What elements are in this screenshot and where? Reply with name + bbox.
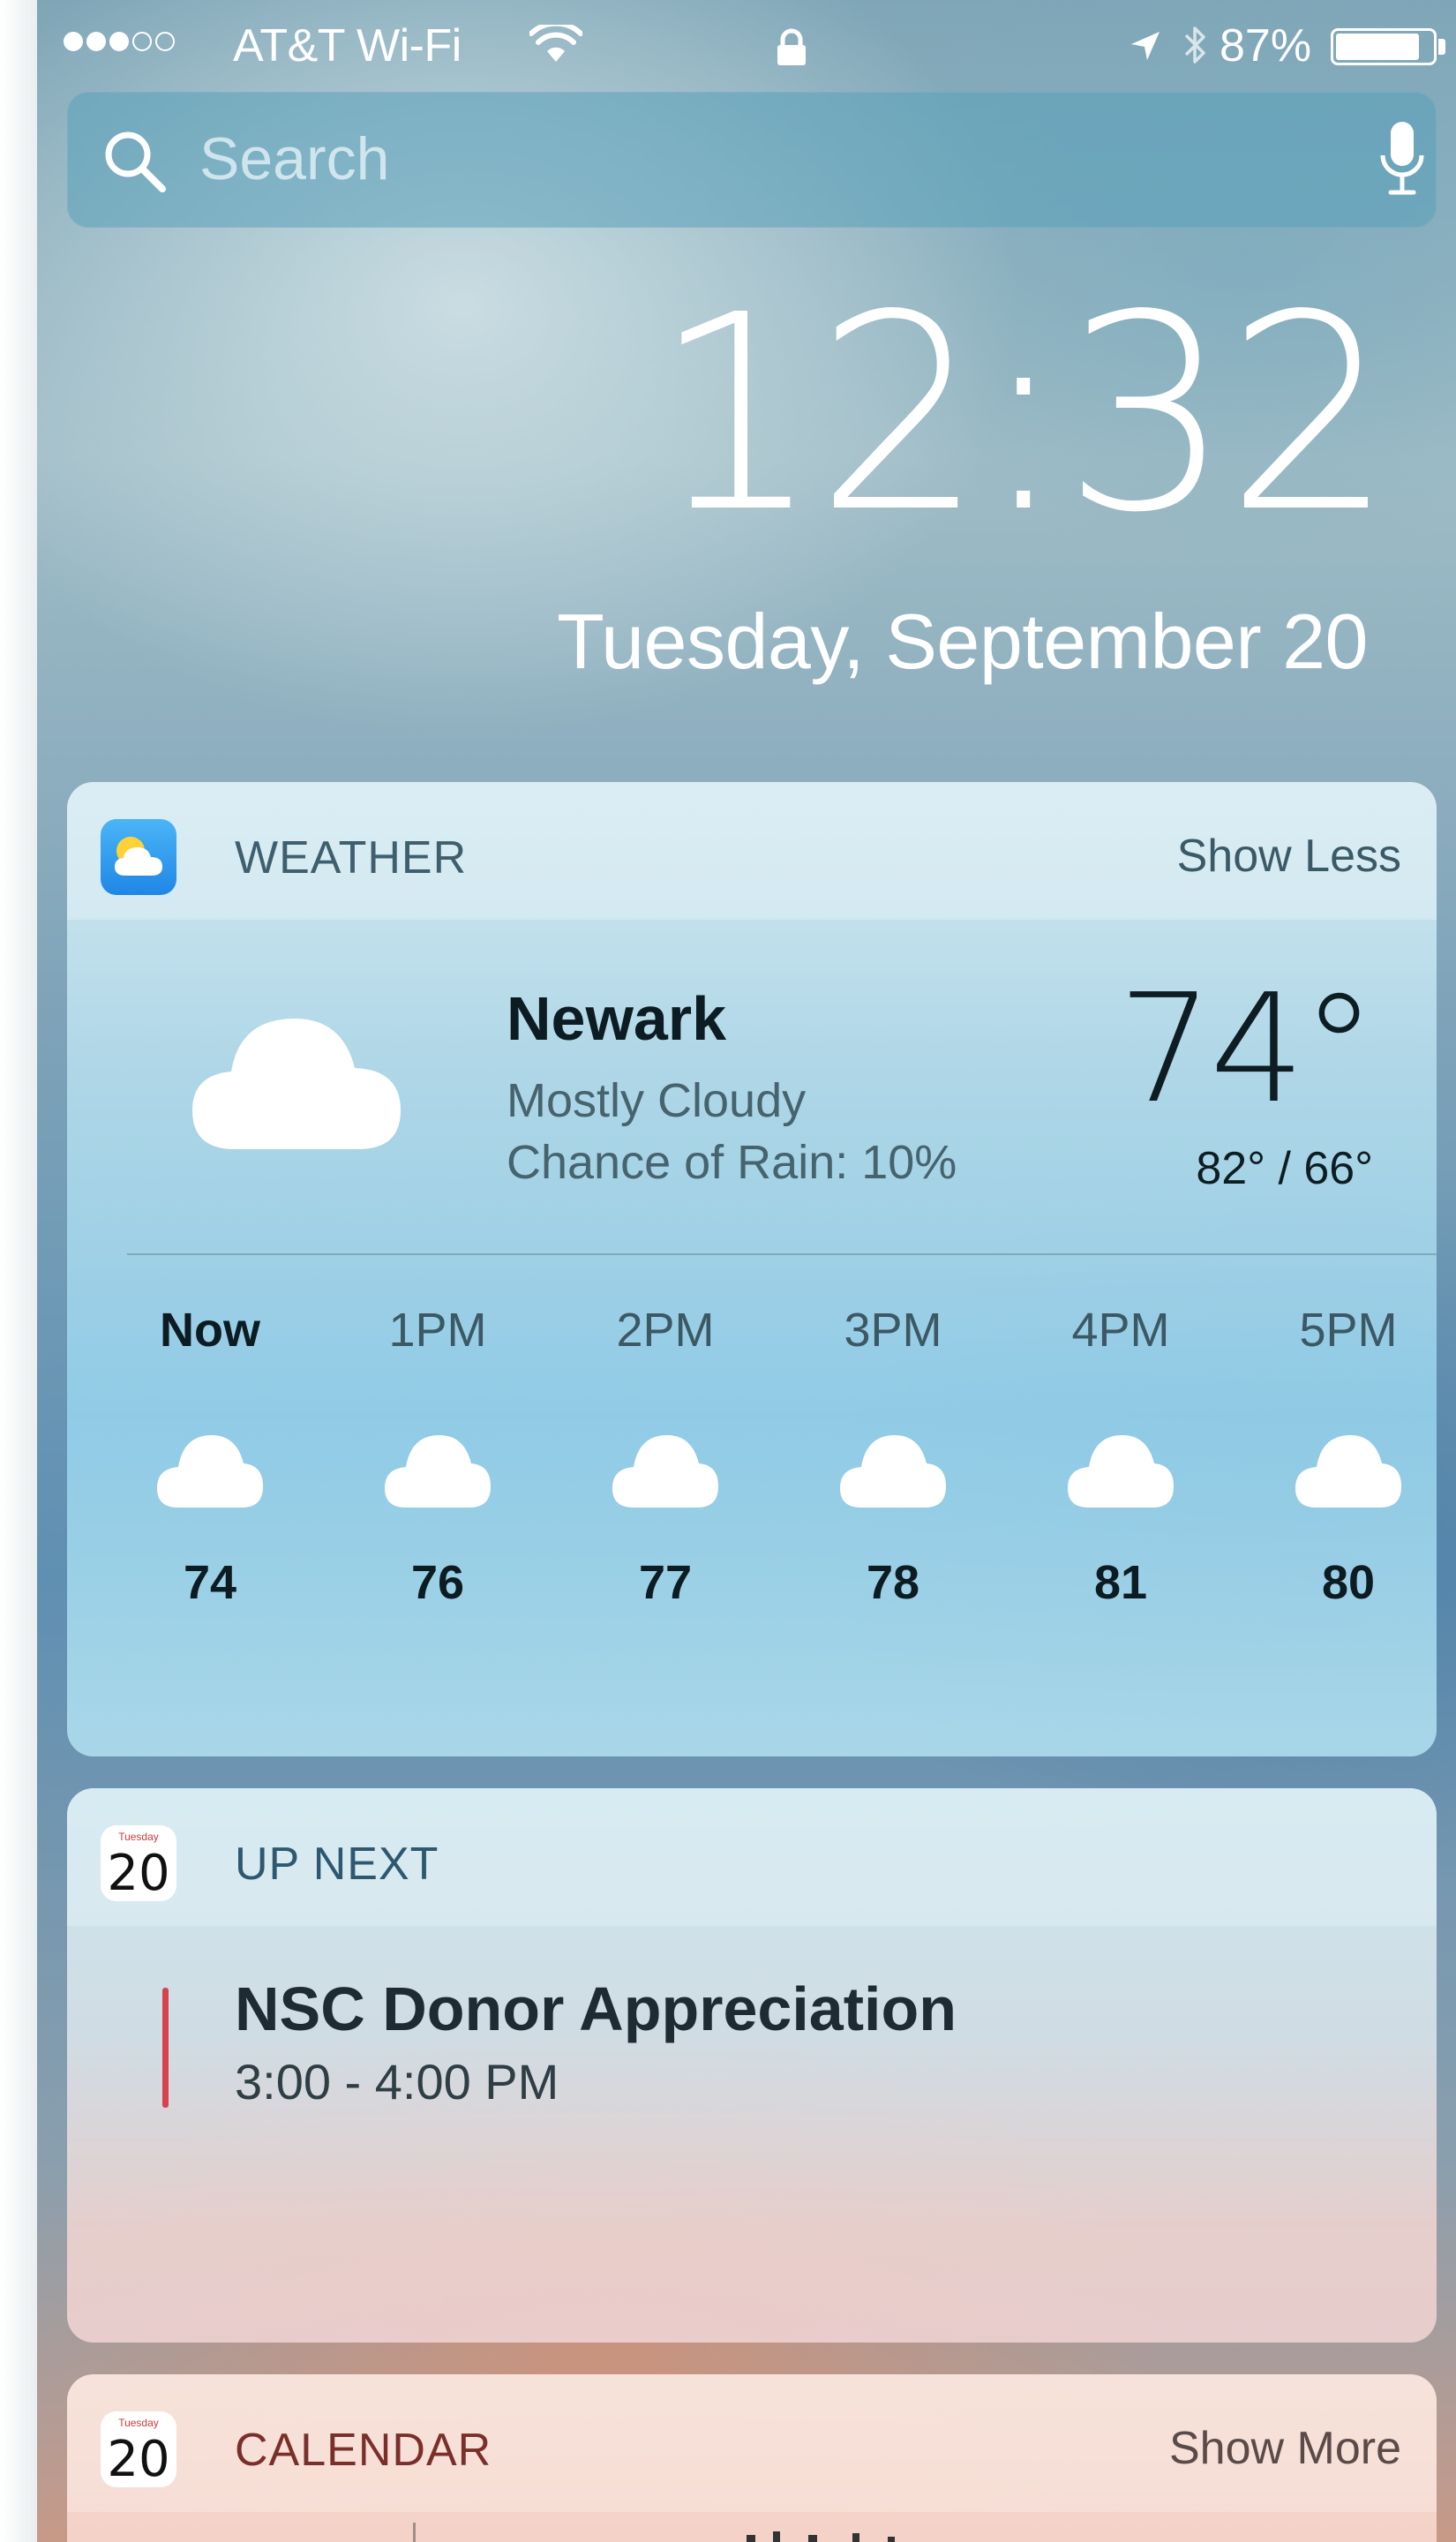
calendar-icon-day: 20 xyxy=(107,1845,170,1901)
hour-temperature: 77 xyxy=(638,1556,693,1609)
hour-label: 2PM xyxy=(616,1304,715,1357)
cloud-icon xyxy=(1068,1435,1174,1508)
microphone-icon[interactable] xyxy=(1378,120,1426,199)
weather-city: Newark xyxy=(507,984,727,1053)
calendar-icon-weekday: Tuesday xyxy=(118,1831,159,1843)
weather-widget-header: WEATHER Show Less xyxy=(67,782,1437,920)
cloud-icon xyxy=(1295,1435,1401,1508)
weather-condition: Mostly Cloudy xyxy=(507,1074,807,1127)
hour-label: 1PM xyxy=(388,1304,487,1357)
bluetooth-icon xyxy=(1184,26,1205,64)
hourly-forecast-item: 1PM 76 xyxy=(341,1303,535,1709)
battery-terminal xyxy=(1438,39,1445,55)
current-weather-cloud-icon xyxy=(192,1019,401,1149)
calendar-widget[interactable]: Tuesday 20 CALENDAR Show More xyxy=(67,2374,1437,2542)
lock-icon xyxy=(777,28,806,65)
hourly-forecast-item: 3PM 78 xyxy=(796,1303,990,1709)
up-next-widget[interactable]: Tuesday 20 UP NEXT NSC Donor Appreciatio… xyxy=(67,1788,1437,2343)
search-input[interactable] xyxy=(199,124,1258,194)
battery-icon xyxy=(1331,28,1437,65)
weather-widget-title: WEATHER xyxy=(235,832,468,884)
cloud-icon xyxy=(157,1435,263,1508)
hour-temperature: 81 xyxy=(1093,1556,1148,1609)
battery-percent: 87% xyxy=(1220,20,1312,71)
status-bar: AT&T Wi-Fi 87% xyxy=(37,0,1456,88)
hour-temperature: 78 xyxy=(866,1556,920,1609)
calendar-app-icon: Tuesday 20 xyxy=(101,1825,176,1901)
up-next-widget-header: Tuesday 20 UP NEXT xyxy=(67,1788,1437,1926)
show-more-button[interactable]: Show More xyxy=(1169,2422,1401,2475)
calendar-timeline-divider xyxy=(413,2523,416,2542)
hour-temperature: 76 xyxy=(410,1556,465,1609)
hour-label: 3PM xyxy=(844,1304,942,1357)
hour-label: 5PM xyxy=(1299,1304,1398,1357)
weather-divider xyxy=(127,1253,1437,1255)
search-bar[interactable] xyxy=(67,92,1437,228)
up-next-widget-title: UP NEXT xyxy=(235,1839,439,1890)
clock-date: Tuesday, September 20 xyxy=(557,598,1368,685)
event-color-bar xyxy=(162,1988,169,2108)
high-low-temperature: 82° / 66° xyxy=(1196,1143,1373,1194)
calendar-icon-weekday: Tuesday xyxy=(118,2417,159,2429)
hour-label: Now xyxy=(160,1304,260,1357)
hourly-forecast-item: 4PM 81 xyxy=(1024,1303,1218,1709)
show-less-button[interactable]: Show Less xyxy=(1177,830,1401,883)
current-temperature: 74° xyxy=(1117,962,1377,1137)
hourly-forecast: Now 74 1PM 76 2PM 77 3PM 78 4PM 81 5PM 8… xyxy=(67,1303,1437,1709)
hourly-forecast-item: 2PM 77 xyxy=(568,1303,762,1709)
calendar-partial-content xyxy=(747,2531,895,2542)
event-time: 3:00 - 4:00 PM xyxy=(235,2054,559,2110)
signal-strength-icon xyxy=(64,32,175,51)
calendar-icon-day: 20 xyxy=(107,2431,170,2487)
carrier-label: AT&T Wi-Fi xyxy=(233,20,462,71)
cloud-icon xyxy=(385,1435,491,1508)
weather-app-icon xyxy=(101,819,176,895)
search-icon xyxy=(105,132,166,192)
calendar-widget-title: CALENDAR xyxy=(235,2425,492,2476)
hourly-forecast-item: Now 74 xyxy=(113,1303,307,1709)
calendar-app-icon: Tuesday 20 xyxy=(101,2411,176,2487)
battery-level xyxy=(1336,34,1419,60)
clock-time: 12:32 xyxy=(652,257,1394,572)
calendar-widget-header: Tuesday 20 CALENDAR Show More xyxy=(67,2374,1437,2512)
hourly-forecast-item: 5PM 80 xyxy=(1251,1303,1437,1709)
event-title[interactable]: NSC Donor Appreciation xyxy=(235,1974,957,2044)
lock-screen: AT&T Wi-Fi 87% Search 12:32 Tuesday, Sep… xyxy=(37,0,1456,2542)
location-arrow-icon xyxy=(1131,32,1160,60)
weather-widget[interactable]: WEATHER Show Less Newark Mostly Cloudy C… xyxy=(67,782,1437,1756)
hour-label: 4PM xyxy=(1071,1304,1170,1357)
hour-temperature: 74 xyxy=(183,1556,237,1609)
hour-temperature: 80 xyxy=(1321,1556,1376,1609)
wifi-icon xyxy=(529,25,582,62)
weather-rain-chance: Chance of Rain: 10% xyxy=(507,1136,957,1189)
cloud-icon xyxy=(840,1435,946,1508)
screenshot-left-border xyxy=(0,0,37,2542)
cloud-icon xyxy=(612,1435,718,1508)
